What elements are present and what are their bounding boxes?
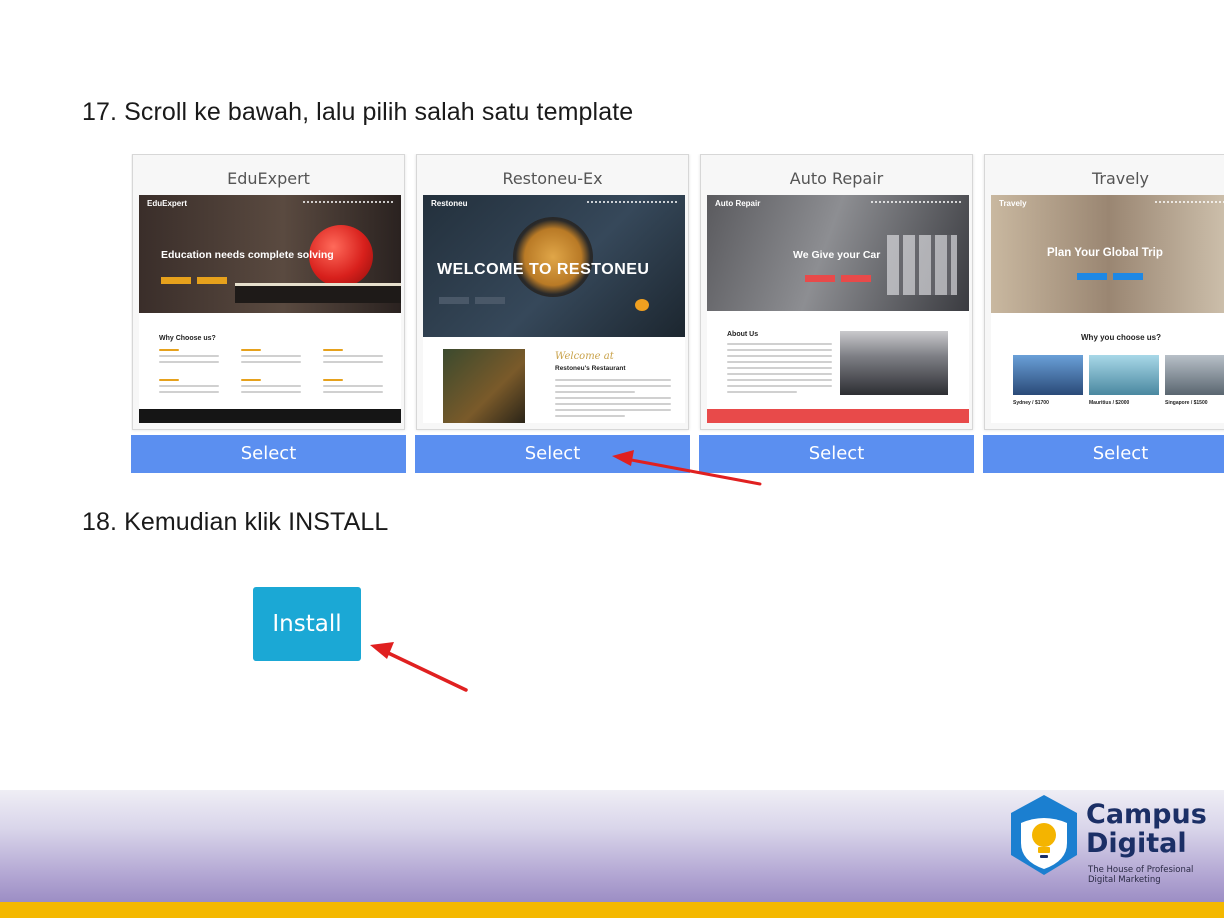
template-name: EduExpert — [227, 169, 310, 188]
place-label: Mauritius / $2000 — [1089, 400, 1130, 406]
template-name: Auto Repair — [789, 169, 884, 188]
install-button[interactable]: Install — [253, 587, 361, 661]
place-label: Singapore / $1500 — [1165, 400, 1208, 406]
select-button-restoneu[interactable]: Select — [415, 435, 690, 473]
preview-section-title: Restoneu's Restaurant — [555, 365, 626, 372]
campus-digital-logo: Campus Digital The House of Profesional … — [1005, 795, 1215, 895]
preview-food-photo — [443, 349, 525, 423]
select-button-eduexpert[interactable]: Select — [131, 435, 406, 473]
preview-section-title: Why Choose us? — [159, 335, 216, 342]
preview-hero: Restoneu WELCOME TO RESTONEU — [423, 195, 685, 337]
template-name: Travely — [1091, 169, 1150, 188]
template-preview-travely[interactable]: Travely Plan Your Global Trip Why you ch… — [991, 195, 1224, 423]
preview-brand: Restoneu — [431, 199, 468, 208]
preview-buttons — [439, 291, 511, 304]
logo-text-campus: Campus — [1086, 799, 1207, 830]
place-photo-sydney — [1013, 355, 1083, 395]
preview-text-lines — [555, 379, 671, 421]
template-card-travely: Travely Travely Plan Your Global Trip Wh… — [983, 154, 1224, 474]
preview-headline: Education needs complete solving — [161, 249, 334, 261]
template-card-auto-repair: Auto Repair Auto Repair We Give your Car… — [699, 154, 974, 474]
footer-accent-bar — [0, 902, 1224, 918]
preview-headline: WELCOME TO RESTONEU — [437, 261, 650, 278]
logo-text-digital: Digital — [1086, 828, 1187, 859]
place-photo-mauritius — [1089, 355, 1159, 395]
template-preview-auto-repair[interactable]: Auto Repair We Give your Car About Us — [707, 195, 969, 423]
template-card-restoneu: Restoneu-Ex Restoneu WELCOME TO RESTONEU… — [415, 154, 690, 474]
preview-brand: Auto Repair — [715, 199, 761, 208]
books-image — [235, 283, 401, 303]
arrow-to-install-icon — [370, 642, 468, 692]
preview-buttons — [805, 269, 877, 282]
preview-script-title: Welcome at — [555, 351, 614, 362]
preview-footer-strip — [139, 409, 401, 423]
preview-text-lines — [727, 343, 832, 397]
template-gallery: EduExpert EduExpert Education needs comp… — [131, 154, 1224, 474]
template-name: Restoneu-Ex — [502, 169, 603, 188]
preview-headline: Plan Your Global Trip — [1047, 247, 1163, 259]
lemon-image — [635, 299, 649, 311]
place-label: Sydney / $1700 — [1013, 400, 1049, 406]
preview-car-photo — [840, 331, 948, 395]
preview-nav — [871, 201, 961, 204]
template-preview-restoneu[interactable]: Restoneu WELCOME TO RESTONEU Welcome at … — [423, 195, 685, 423]
template-card-eduexpert: EduExpert EduExpert Education needs comp… — [131, 154, 406, 474]
preview-nav — [1155, 201, 1224, 204]
preview-headline: We Give your Car — [793, 249, 881, 261]
preview-buttons — [1077, 267, 1149, 280]
preview-features — [159, 349, 384, 397]
shield-bulb-icon — [1011, 795, 1077, 875]
step-18-instruction: 18. Kemudian klik INSTALL — [82, 508, 389, 536]
logo-tagline-line1: The House of Profesional — [1088, 865, 1194, 875]
preview-hero: EduExpert Education needs complete solvi… — [139, 195, 401, 313]
template-card-frame: Restoneu-Ex Restoneu WELCOME TO RESTONEU… — [416, 154, 689, 430]
preview-hero: Travely Plan Your Global Trip — [991, 195, 1224, 313]
preview-section-title: Why you choose us? — [1081, 333, 1162, 342]
preview-section-title: About Us — [727, 331, 759, 338]
logo-tagline: The House of Profesional Digital Marketi… — [1088, 865, 1193, 885]
preview-brand: EduExpert — [147, 199, 188, 208]
pan-food-image — [513, 217, 593, 297]
preview-nav — [303, 201, 393, 204]
template-card-frame: Travely Travely Plan Your Global Trip Wh… — [984, 154, 1224, 430]
preview-brand: Travely — [999, 199, 1027, 208]
place-photo-singapore — [1165, 355, 1224, 395]
preview-footer-strip — [707, 409, 969, 423]
car-parts-image — [887, 235, 957, 295]
preview-nav — [587, 201, 677, 204]
template-card-frame: EduExpert EduExpert Education needs comp… — [132, 154, 405, 430]
preview-hero: Auto Repair We Give your Car — [707, 195, 969, 311]
preview-buttons — [161, 271, 233, 284]
logo-tagline-line2: Digital Marketing — [1088, 875, 1161, 885]
select-button-travely[interactable]: Select — [983, 435, 1224, 473]
template-card-frame: Auto Repair Auto Repair We Give your Car… — [700, 154, 973, 430]
template-preview-eduexpert[interactable]: EduExpert Education needs complete solvi… — [139, 195, 401, 423]
step-17-instruction: 17. Scroll ke bawah, lalu pilih salah sa… — [82, 98, 634, 126]
select-button-auto-repair[interactable]: Select — [699, 435, 974, 473]
